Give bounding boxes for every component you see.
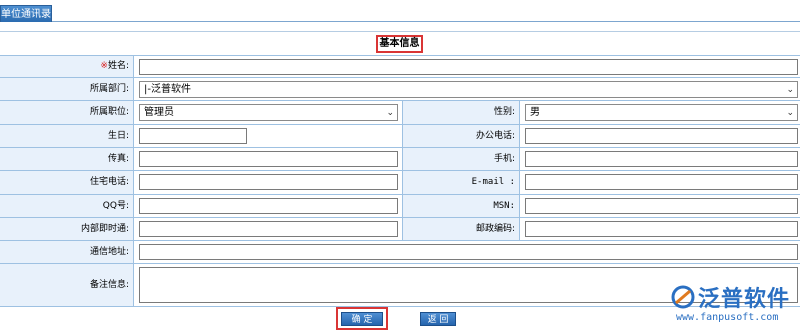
top-bar: 单位通讯录 [0, 0, 800, 22]
row-name: ※姓名: [0, 55, 800, 77]
gender-select[interactable]: 男 ⌄ [525, 104, 798, 121]
confirm-button[interactable]: 确 定 [341, 312, 383, 326]
address-input[interactable] [139, 244, 798, 260]
tab-unit-directory[interactable]: 单位通讯录 [0, 5, 52, 22]
fax-input[interactable] [139, 151, 398, 167]
mobile-input[interactable] [525, 151, 798, 167]
section-title: 基本信息 [376, 35, 423, 53]
brand-url: www.fanpusoft.com [676, 312, 779, 323]
position-select[interactable]: 管理员 ⌄ [139, 104, 398, 121]
name-input[interactable] [139, 59, 798, 75]
home-phone-input[interactable] [139, 174, 398, 190]
qq-label: QQ号: [0, 195, 134, 217]
birthday-label: 生日: [0, 125, 134, 147]
department-label: 所属部门: [0, 78, 134, 100]
chevron-down-icon: ⌄ [786, 85, 794, 95]
row-fax: 传真: 手机: [0, 147, 800, 170]
internal-im-label: 内部即时通: [0, 218, 134, 240]
birthday-input[interactable] [139, 128, 247, 144]
internal-im-input[interactable] [139, 221, 398, 237]
confirm-highlight: 确 定 [336, 307, 388, 330]
required-mark: ※ [100, 61, 108, 71]
home-phone-label: 住宅电话: [0, 171, 134, 194]
chevron-down-icon: ⌄ [386, 108, 394, 118]
section-header: 基本信息 [0, 31, 800, 55]
gender-label: 性别: [402, 101, 520, 124]
email-label: E-mail : [402, 171, 520, 194]
postcode-label: 邮政编码: [402, 218, 520, 240]
position-label: 所属职位: [0, 101, 134, 124]
back-button[interactable]: 返 回 [420, 312, 456, 326]
qq-input[interactable] [139, 198, 398, 214]
mobile-label: 手机: [402, 148, 520, 170]
address-label: 通信地址: [0, 241, 134, 263]
row-birthday: 生日: 办公电话: [0, 124, 800, 147]
row-internal-im: 内部即时通: 邮政编码: [0, 217, 800, 240]
row-home-phone: 住宅电话: E-mail : [0, 170, 800, 194]
brand-logo-icon [671, 285, 695, 309]
office-phone-label: 办公电话: [402, 125, 520, 147]
row-department: 所属部门: |-泛普软件 ⌄ [0, 77, 800, 100]
office-phone-input[interactable] [525, 128, 798, 144]
brand-name: 泛普软件 [698, 287, 791, 312]
brand-watermark: 泛普软件 www.fanpusoft.com [668, 281, 798, 329]
name-label: ※姓名: [0, 56, 134, 77]
postcode-input[interactable] [525, 221, 798, 237]
department-select[interactable]: |-泛普软件 ⌄ [139, 81, 798, 98]
email-input[interactable] [525, 174, 798, 190]
msn-label: MSN: [402, 195, 520, 217]
row-position: 所属职位: 管理员 ⌄ 性别: 男 ⌄ [0, 100, 800, 124]
chevron-down-icon: ⌄ [786, 108, 794, 118]
fax-label: 传真: [0, 148, 134, 170]
notes-label: 备注信息: [0, 264, 134, 306]
row-qq: QQ号: MSN: [0, 194, 800, 217]
msn-input[interactable] [525, 198, 798, 214]
row-address: 通信地址: [0, 240, 800, 263]
